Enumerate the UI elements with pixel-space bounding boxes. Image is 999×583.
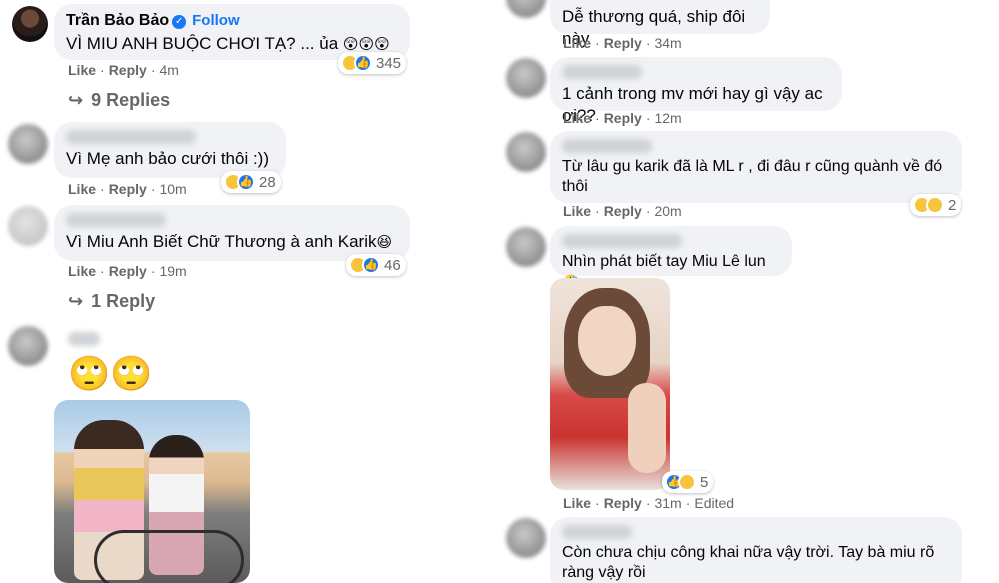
- like-button[interactable]: Like: [563, 35, 591, 51]
- comment-text: Còn chưa chịu công khai nữa vậy trời. Ta…: [562, 544, 935, 581]
- reaction-count: 28: [259, 173, 276, 191]
- comment-bubble: Vì Mẹ anh bảo cưới thôi :)): [54, 122, 286, 178]
- blurred-commenter-name: [562, 525, 632, 539]
- comment-timestamp[interactable]: 34m: [654, 35, 681, 51]
- blurred-commenter-name: [562, 65, 642, 79]
- avatar[interactable]: [506, 518, 546, 558]
- blurred-commenter-name: [562, 139, 652, 153]
- laughing-emoji-icon: 😆: [376, 234, 393, 251]
- reaction-summary[interactable]: 👍 46: [346, 254, 406, 276]
- blurred-commenter-name: [66, 213, 166, 227]
- like-button[interactable]: Like: [68, 181, 96, 197]
- reaction-summary[interactable]: 👍 5: [662, 471, 714, 493]
- photo-face: [578, 306, 636, 376]
- commenter-name[interactable]: Trần Bảo Bảo: [66, 12, 169, 29]
- comment-bubble: Dễ thương quá, ship đôi này: [550, 0, 770, 48]
- replies-label: 9 Replies: [91, 90, 171, 110]
- comment-timestamp[interactable]: 10m: [159, 181, 186, 197]
- avatar[interactable]: [8, 206, 48, 246]
- edited-label: Edited: [694, 495, 735, 511]
- photo-arm: [628, 383, 666, 473]
- comment-timestamp[interactable]: 31m: [654, 495, 681, 511]
- blurred-commenter-name: [68, 332, 100, 346]
- avatar[interactable]: [506, 132, 546, 172]
- reply-button[interactable]: Reply: [109, 181, 147, 197]
- avatar[interactable]: [12, 6, 48, 42]
- comment-text: Vì Miu Anh Biết Chữ Thương à anh Karik: [66, 232, 377, 251]
- reaction-summary[interactable]: 2: [910, 194, 962, 216]
- reaction-count: 345: [376, 54, 402, 72]
- comment-bubble: 1 cảnh trong mv mới hay gì vậy ac ơi??: [550, 57, 842, 125]
- avatar[interactable]: [8, 124, 48, 164]
- comment-text: Nhìn phát biết tay Miu Lê lun: [562, 253, 766, 270]
- comment-timestamp[interactable]: 12m: [654, 110, 681, 126]
- comment-actions: Like · Reply · 20m: [563, 203, 682, 219]
- avatar[interactable]: [506, 0, 546, 18]
- blurred-commenter-name: [66, 130, 196, 144]
- haha-reaction-icon: [678, 473, 696, 491]
- reply-button[interactable]: Reply: [604, 495, 642, 511]
- reaction-summary[interactable]: 👍 345: [338, 52, 407, 74]
- comment-text: Vì Mẹ anh bảo cưới thôi :)): [66, 149, 270, 168]
- reaction-count: 46: [384, 256, 401, 274]
- reaction-summary[interactable]: 👍 28: [221, 171, 281, 193]
- reply-button[interactable]: Reply: [109, 263, 147, 279]
- avatar[interactable]: [8, 326, 48, 366]
- reply-button[interactable]: Reply: [604, 110, 642, 126]
- view-replies-button[interactable]: ↪ 9 Replies: [68, 90, 170, 111]
- like-button[interactable]: Like: [563, 495, 591, 511]
- comment-actions: Like · Reply · 34m: [563, 35, 682, 51]
- comment-photo[interactable]: [550, 278, 670, 490]
- comment-timestamp[interactable]: 4m: [159, 62, 178, 78]
- follow-button[interactable]: Follow: [192, 12, 240, 29]
- reply-arrow-icon: ↪: [68, 90, 84, 110]
- comment-bubble: Từ lâu gu karik đã là ML r , đi đâu r cũ…: [550, 131, 962, 203]
- astonished-emoji-icon: 😲😲😲: [342, 36, 390, 53]
- comment-text: Từ lâu gu karik đã là ML r , đi đâu r cũ…: [562, 158, 943, 195]
- like-button[interactable]: Like: [563, 203, 591, 219]
- reaction-count: 2: [948, 196, 957, 214]
- like-button[interactable]: Like: [68, 263, 96, 279]
- avatar[interactable]: [506, 227, 546, 267]
- reply-button[interactable]: Reply: [604, 203, 642, 219]
- reply-arrow-icon: ↪: [68, 291, 84, 311]
- blurred-commenter-name: [562, 234, 682, 248]
- eye-roll-emoji-icon: 🙄🙄: [68, 355, 153, 393]
- comment-actions: Like · Reply · 31m · Edited: [563, 495, 735, 511]
- replies-label: 1 Reply: [91, 291, 156, 311]
- like-reaction-icon: 👍: [237, 173, 255, 191]
- wow-reaction-icon: [926, 196, 944, 214]
- like-button[interactable]: Like: [563, 110, 591, 126]
- reply-button[interactable]: Reply: [109, 62, 147, 78]
- avatar[interactable]: [506, 58, 546, 98]
- comment-bubble: Nhìn phát biết tay Miu Lê lun🤣: [550, 226, 792, 290]
- comment-actions: Like · Reply · 10m: [68, 181, 187, 197]
- comment-actions: Like · Reply · 19m: [68, 263, 187, 279]
- like-reaction-icon: 👍: [354, 54, 372, 72]
- reply-button[interactable]: Reply: [604, 35, 642, 51]
- like-button[interactable]: Like: [68, 62, 96, 78]
- comment-bubble: Vì Miu Anh Biết Chữ Thương à anh Karik😆: [54, 205, 410, 261]
- reaction-count: 5: [700, 473, 709, 491]
- photo-bicycle: [94, 530, 244, 583]
- comment-timestamp[interactable]: 19m: [159, 263, 186, 279]
- comment-actions: Like · Reply · 12m: [563, 110, 682, 126]
- comment-timestamp[interactable]: 20m: [654, 203, 681, 219]
- comment-photo[interactable]: [54, 400, 250, 583]
- view-replies-button[interactable]: ↪ 1 Reply: [68, 291, 155, 312]
- comment-actions: Like · Reply · 4m: [68, 62, 179, 78]
- like-reaction-icon: 👍: [362, 256, 380, 274]
- comment-bubble: Còn chưa chịu công khai nữa vậy trời. Ta…: [550, 517, 962, 583]
- verified-badge-icon: ✓: [172, 15, 187, 29]
- comment-text: VÌ MIU ANH BUỘC CHƠI TẠ? ... ủa: [66, 34, 339, 53]
